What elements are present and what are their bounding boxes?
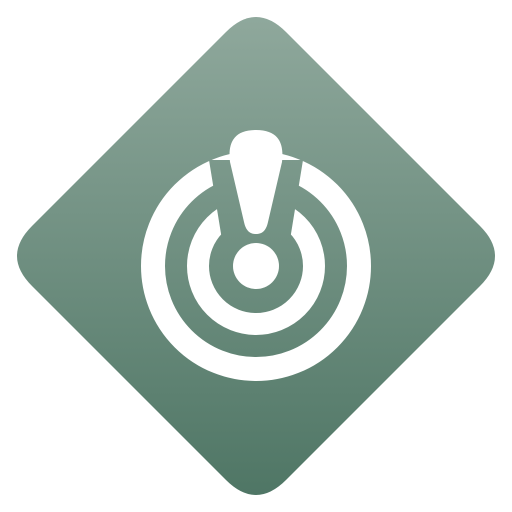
app-icon xyxy=(0,0,512,512)
alert-target-icon xyxy=(17,17,495,495)
center-dot xyxy=(233,243,279,289)
